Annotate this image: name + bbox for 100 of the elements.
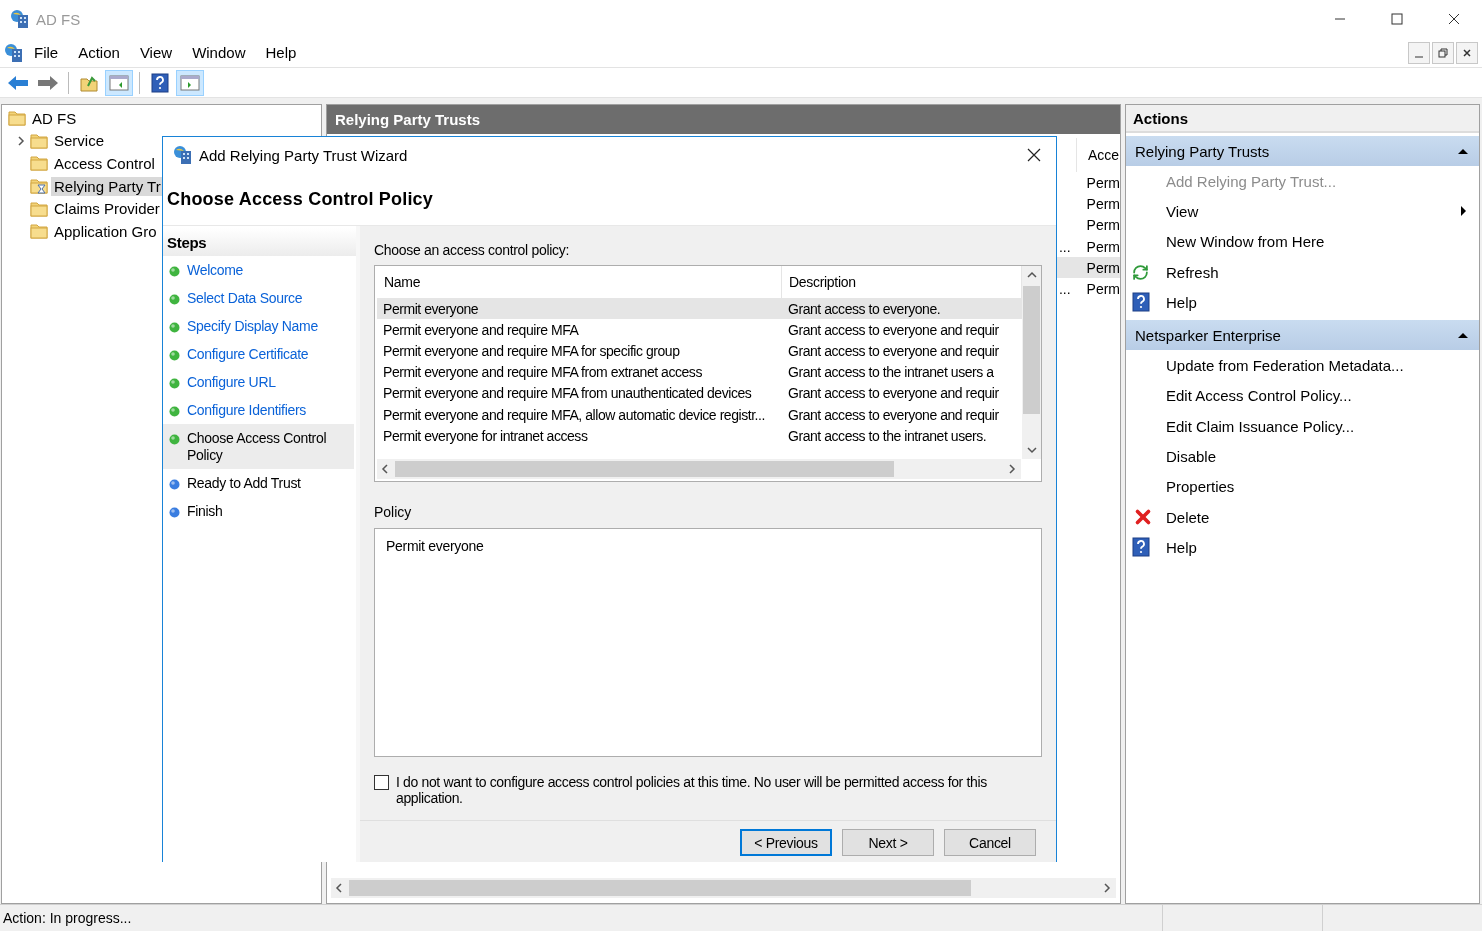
tree-item[interactable]: Claims Provider xyxy=(51,199,163,219)
tree-item[interactable]: Access Control xyxy=(51,154,158,173)
chevron-right-icon[interactable] xyxy=(1101,882,1113,894)
checkbox-label: I do not want to configure access control policies at this time. No user will be permitted access for this application. xyxy=(396,774,988,806)
group-title: Relying Party Trusts xyxy=(1135,142,1270,160)
app-icon xyxy=(10,9,30,29)
restore-button[interactable] xyxy=(1432,41,1454,64)
help-icon xyxy=(1132,292,1150,313)
task-link[interactable]: Properties xyxy=(1166,478,1235,496)
step-item[interactable]: Configure URL xyxy=(163,368,354,396)
task-link[interactable]: Help xyxy=(1166,538,1197,556)
refresh-icon xyxy=(1132,263,1149,281)
table-cell-text: Grant access to everyone and requir xyxy=(787,342,1000,359)
pane-title: Actions xyxy=(1126,105,1479,133)
table-cell-text: Grant access to everyone and requir xyxy=(787,321,1000,338)
back-arrow-icon xyxy=(7,74,29,91)
vertical-scrollbar[interactable] xyxy=(1022,266,1041,459)
help-icon xyxy=(151,72,169,93)
list-label: Choose an access control policy: xyxy=(374,242,571,258)
current-step[interactable]: Choose Access Control Policy xyxy=(163,424,354,469)
policy-text-box: Permit everyone xyxy=(374,528,1042,757)
tree-item[interactable]: AD FS xyxy=(29,108,80,128)
task-link[interactable]: Disable xyxy=(1166,448,1217,465)
task-link[interactable]: Help xyxy=(1166,293,1197,311)
step-item[interactable]: Configure Certificate xyxy=(163,340,354,368)
action-group-header[interactable]: Netsparker Enterprise xyxy=(1126,320,1479,351)
task-link[interactable]: New Window from Here xyxy=(1166,233,1325,251)
table-cell-text: Permit everyone and require MFA from unauthenticated devices xyxy=(382,385,753,402)
step-item[interactable]: Specify Display Name xyxy=(163,312,354,340)
table-cell-text: Permit everyone and require MFA xyxy=(382,321,580,338)
steps-title: Steps xyxy=(167,233,207,251)
close-icon xyxy=(1027,148,1041,162)
table-cell-text: Perm xyxy=(1085,174,1120,191)
close-button[interactable] xyxy=(1456,41,1478,64)
table-cell-text: Perm xyxy=(1085,195,1120,212)
restore-icon xyxy=(1438,47,1448,58)
table-cell-text: Perm xyxy=(1085,281,1120,298)
busy-folder-icon xyxy=(30,178,48,195)
chevron-down-icon[interactable] xyxy=(1025,444,1038,456)
table-cell-text: Permit everyone and require MFA, allow automatic device registr... xyxy=(382,406,766,423)
menu-item[interactable]: Action xyxy=(68,44,130,61)
minimize-button[interactable] xyxy=(1408,41,1430,64)
table-cell: ... xyxy=(1058,238,1071,255)
pane-title: Relying Party Trusts xyxy=(327,105,1120,134)
group-title: Netsparker Enterprise xyxy=(1135,327,1281,344)
tree-item[interactable]: Relying Party Tr xyxy=(51,176,164,196)
task-link[interactable]: View xyxy=(1166,202,1199,220)
dialog-title: Add Relying Party Trust Wizard xyxy=(199,146,408,164)
task-link[interactable]: Refresh xyxy=(1166,263,1219,281)
tree-item[interactable]: Service xyxy=(51,131,108,151)
folder-icon xyxy=(30,132,48,149)
step-item[interactable]: Welcome xyxy=(163,256,354,284)
menu-item[interactable]: Window xyxy=(182,44,256,61)
minimize-icon xyxy=(1415,55,1423,58)
app-icon xyxy=(4,42,24,63)
checkbox[interactable] xyxy=(374,775,389,790)
folder-icon xyxy=(30,200,48,217)
forward-arrow-icon xyxy=(37,74,59,91)
pane-icon xyxy=(109,74,129,91)
step-item[interactable]: Finish xyxy=(163,497,354,525)
menu-item[interactable]: File xyxy=(24,44,69,61)
table-cell-text: Permit everyone and require MFA from extranet access xyxy=(382,364,703,381)
task-link[interactable]: Update from Federation Metadata... xyxy=(1166,357,1404,375)
dialog-button[interactable]: Next > xyxy=(842,829,934,856)
table-cell-text: Permit everyone for intranet access xyxy=(382,427,589,444)
close-icon xyxy=(1462,47,1472,58)
window-title: AD FS xyxy=(36,10,81,28)
step-item[interactable]: Select Data Source xyxy=(163,284,354,312)
dialog-button[interactable]: Cancel xyxy=(944,829,1036,856)
table-cell-text: Perm xyxy=(1085,217,1120,234)
policy-list[interactable] xyxy=(374,265,1042,482)
folder-icon xyxy=(30,155,48,172)
chevron-right-icon[interactable] xyxy=(1006,463,1018,475)
table-cell-text: Grant access to everyone. xyxy=(787,300,942,317)
table-cell-text: Grant access to everyone and requir xyxy=(787,385,1000,402)
close-icon xyxy=(1447,13,1460,25)
menu-item[interactable]: Help xyxy=(255,44,307,61)
policy-label: Policy xyxy=(374,504,413,520)
folder-icon xyxy=(8,110,26,127)
column-header[interactable]: Acce xyxy=(1077,147,1120,163)
maximize-icon xyxy=(1390,13,1403,25)
task-link[interactable]: Edit Access Control Policy... xyxy=(1166,387,1352,405)
horizontal-scrollbar[interactable] xyxy=(377,459,1021,479)
task-link[interactable]: Delete xyxy=(1166,508,1210,526)
table-cell-text: Permit everyone and require MFA for specific group xyxy=(382,342,681,359)
step-item[interactable]: Configure Identifiers xyxy=(163,396,354,424)
menu-item[interactable]: View xyxy=(129,44,183,61)
table-cell-text: Grant access to the intranet users a xyxy=(787,364,995,381)
horizontal-scrollbar[interactable] xyxy=(331,878,1116,898)
table-cell: ... xyxy=(1058,281,1071,298)
table-cell-text: Grant access to everyone and requir xyxy=(787,406,1000,423)
action-group-header[interactable]: Relying Party Trusts xyxy=(1126,136,1479,166)
step-item[interactable]: Ready to Add Trust xyxy=(163,469,354,497)
chevron-right-icon[interactable] xyxy=(15,134,27,147)
dialog-button[interactable]: < Previous xyxy=(740,829,832,856)
table-cell-text: Permit everyone xyxy=(382,300,480,317)
help-icon xyxy=(1132,537,1150,558)
tree-item[interactable]: Application Gro xyxy=(51,221,160,241)
folder-icon xyxy=(30,223,48,240)
task-link[interactable]: Edit Claim Issuance Policy... xyxy=(1166,417,1355,435)
